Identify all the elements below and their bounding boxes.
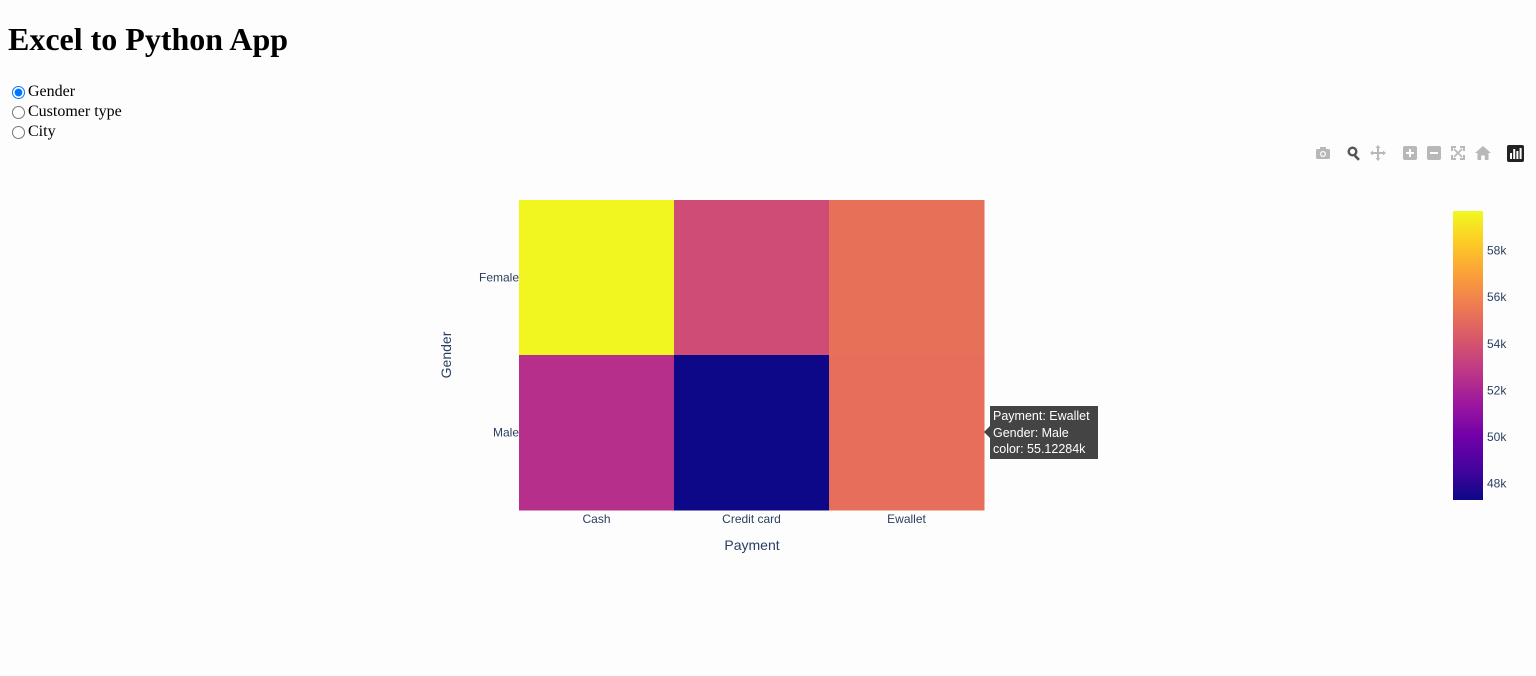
tooltip-box: Payment: Ewallet Gender: Male color: 55.…	[990, 406, 1098, 459]
hover-tooltip: Payment: Ewallet Gender: Male color: 55.…	[984, 406, 1098, 459]
heatmap-cell-male-credit-card[interactable]	[674, 355, 830, 511]
tooltip-line-payment: Payment: Ewallet	[993, 409, 1090, 423]
y-tick-label: Male	[493, 426, 519, 440]
heatmap-cell-female-ewallet[interactable]	[829, 200, 985, 356]
heatmap-cell-male-ewallet[interactable]	[829, 355, 985, 511]
heatmap-cell-female-credit-card[interactable]	[674, 200, 830, 356]
colorbar-tick-label: 58k	[1487, 244, 1507, 258]
colorbar-tick-label: 54k	[1487, 337, 1507, 351]
colorbar-tick-label: 48k	[1487, 477, 1507, 491]
colorbar-tick-label: 52k	[1487, 383, 1507, 397]
heatmap-chart: Cash Credit card Ewallet Female Male Paymen…	[438, 200, 1507, 553]
x-axis-label: Payment	[724, 537, 779, 553]
heatmap-cell-female-cash[interactable]	[519, 200, 675, 356]
x-tick-label: Cash	[582, 512, 610, 526]
colorbar-tick-label: 56k	[1487, 290, 1507, 304]
colorbar	[1453, 211, 1483, 500]
tooltip-line-color: color: 55.12284k	[993, 442, 1086, 456]
tooltip-line-gender: Gender: Male	[993, 425, 1069, 440]
heatmap-cell-male-cash[interactable]	[519, 355, 675, 511]
y-tick-label: Female	[479, 271, 519, 285]
x-tick-label: Credit card	[722, 512, 781, 526]
x-tick-label: Ewallet	[887, 512, 926, 526]
y-axis-label: Gender	[438, 331, 454, 378]
colorbar-tick-label: 50k	[1487, 430, 1507, 444]
